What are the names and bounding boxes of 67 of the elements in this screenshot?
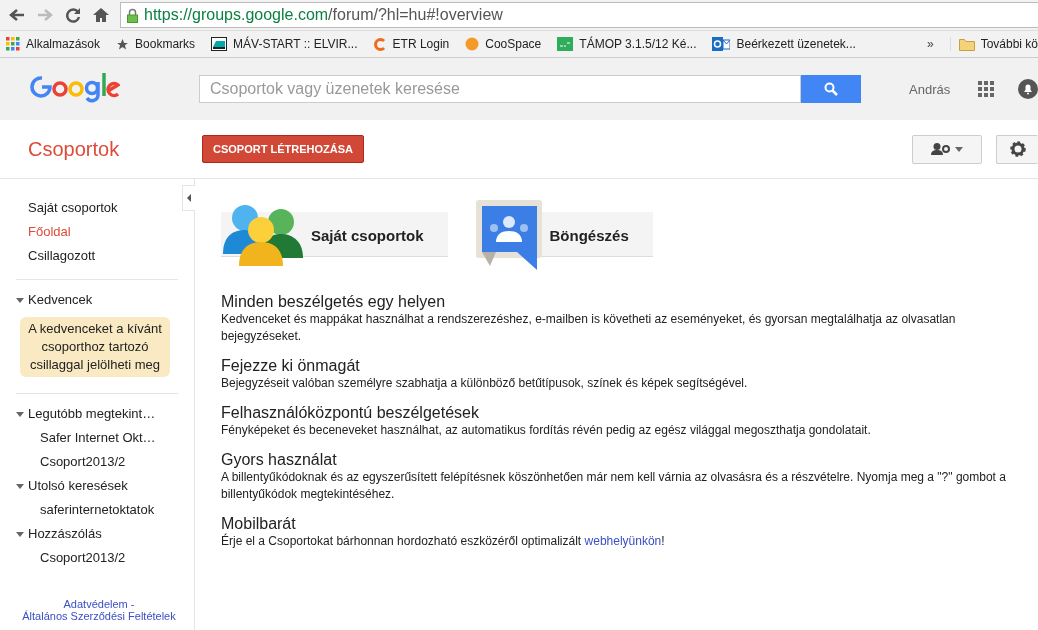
feature-description: Kedvenceket és mappákat használhat a rendszerezéshez, e-mailben is követheti az eseményeket, és gyorsan megtalálhatja az olvasatlan bejegyzéseket. [221,311,957,345]
settings-icon [1008,140,1027,158]
other-bookmarks-folder[interactable]: További kö [949,37,1038,51]
expand-arrow-icon[interactable] [16,297,24,303]
collapse-sidebar-button[interactable] [182,185,195,211]
section-heading[interactable]: Utolsó keresések [28,477,128,495]
ball-icon [465,37,480,51]
section-heading[interactable]: Hozzászólás [28,525,102,543]
train-icon [211,37,228,51]
search-icon [824,82,838,96]
padlock-icon [127,7,138,23]
create-group-button[interactable]: CSOPORT LÉTREHOZÁSA [202,135,364,163]
apps-grid-icon [6,37,20,51]
section-heading[interactable]: Kedvencek [28,291,93,309]
feature-title: Mobilbarát [221,515,297,533]
groups-title: Csoportok [27,137,121,161]
dropdown-caret-icon [955,146,963,152]
favorites-hint: A kedvenceket a kívánt csoporthoz tartozó csillaggal jelölheti meg [20,317,170,377]
address-bar[interactable]: https://groups.google.com/forum/?hl=hu#!overview [120,2,1038,28]
back-arrow-icon[interactable] [8,6,26,24]
user-name[interactable]: András [909,81,951,97]
feature-title: Minden beszélgetés egy helyen [221,293,447,311]
nav-tile[interactable]: Böngészés [475,199,653,271]
sidebar-item[interactable]: Safer Internet Okt… [16,426,194,450]
footer-link[interactable]: Adatvédelem - [63,598,135,610]
sidebar-item[interactable]: Csoport2013/2 [16,546,194,570]
apps-grid-icon[interactable] [978,81,995,97]
reload-icon[interactable] [64,6,82,24]
section-heading[interactable]: Legutóbb megtekint… [28,405,156,423]
feature-description: Érje el a Csoportokat bárhonnan hordozható eszközéről optimalizált webhelyünkön! [221,533,666,550]
settings-button[interactable] [996,134,1038,164]
sidebar-item[interactable]: saferinternetoktatok [16,498,194,522]
feature-description: A billentyűkódoknak és az egyszerűsített felépítésnek köszönhetően már nem kell várnia az olvasásra és a részvételre. Nyomja meg a "?" gombot a billentyűkódok megtekintéséhez. [221,469,1007,503]
feature-title: Felhasználóközpontú beszélgetések [221,404,480,422]
site-logo-icon [557,37,574,51]
e-letter-icon [373,37,387,51]
footer-link[interactable]: Általános Szerződési Feltételek [22,610,176,622]
bookmark-item[interactable]: CooSpace [465,37,542,51]
search-field[interactable]: Csoportok vagy üzenetek keresése [199,75,801,103]
group-flag-icon [475,200,542,270]
bookmark-item[interactable]: TÁMOP 3.1.5/12 Ké... [557,37,697,51]
people-group-icon [221,204,303,266]
bookmark-item[interactable]: MÁV-START :: ELVIR... [211,37,358,51]
bookmark-item[interactable]: ETR Login [373,37,450,51]
sidebar-item[interactable]: Csoport2013/2 [16,450,194,474]
expand-arrow-icon[interactable] [16,483,24,489]
mail-app-icon [712,37,731,51]
feature-description: Fényképeket és beceneveket használhat, az automatikus fordítás révén pedig az egész világgal megoszthatja gondolatait. [221,422,872,439]
folder-icon [958,37,975,51]
sidebar-item[interactable]: Saját csoportok [16,196,178,220]
feature-title: Gyors használat [221,451,338,469]
notification-bell-icon[interactable] [1018,79,1038,99]
search-button[interactable] [801,75,861,103]
feature-title: Fejezze ki önmagát [221,357,361,375]
bookmark-item[interactable]: Alkalmazások [6,37,101,51]
sidebar-item[interactable]: Csillagozott [16,244,178,268]
feature-description: Bejegyzéseit valóban személyre szabhatja a különböző betűtípusok, színek és képek segítségével. [221,375,749,392]
person-gear-icon [931,143,951,155]
bookmark-item[interactable]: Beérkezett üzenetek... [712,37,856,51]
bookmark-item[interactable]: Bookmarks [116,37,196,51]
sidebar-item[interactable]: Főoldal [16,220,178,244]
expand-arrow-icon[interactable] [16,411,24,417]
expand-arrow-icon[interactable] [16,531,24,537]
member-settings-button[interactable] [912,134,982,164]
star-icon [116,37,130,51]
home-icon[interactable] [92,6,110,24]
more-bookmarks-chevron[interactable]: » [926,37,934,51]
